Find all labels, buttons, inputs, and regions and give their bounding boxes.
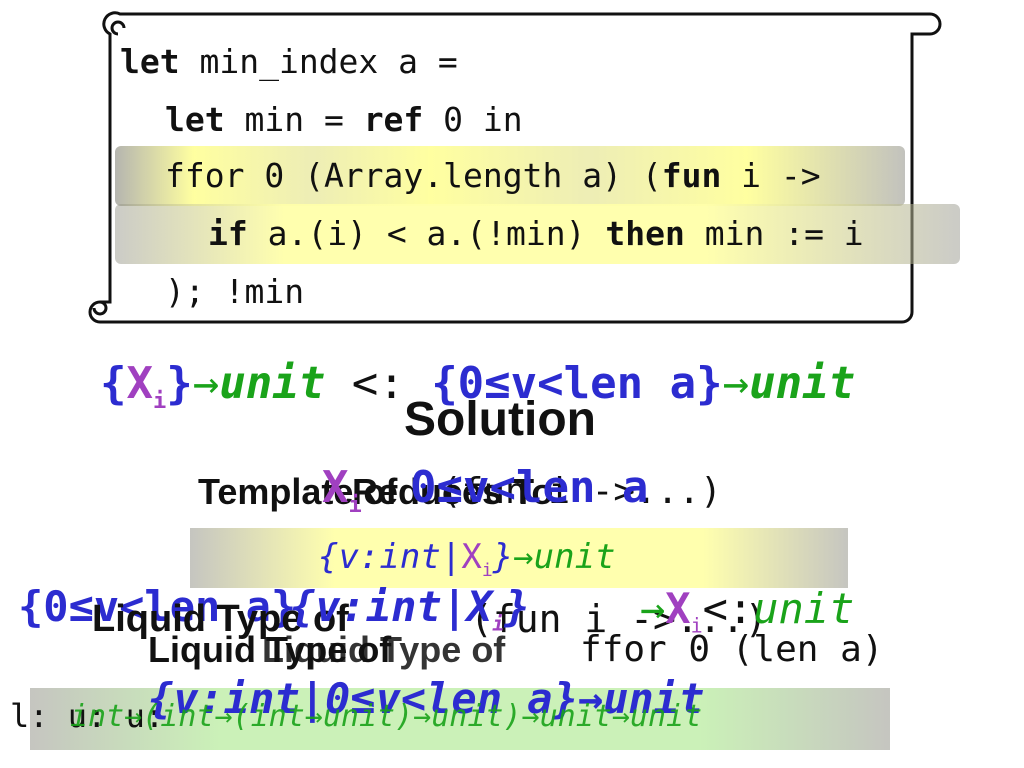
code-line-2: let min = ref 0 in: [165, 100, 523, 139]
code-line-1: let min_index a =: [120, 42, 458, 81]
solution-title: Solution: [404, 393, 596, 446]
code-line-3: ffor 0 (Array.length a) (fun i ->: [165, 156, 821, 195]
liquid-mid-type: {v:int|Xi}: [290, 582, 530, 636]
liquid-type-ffor-label-ghost: Liquid Type of: [262, 629, 506, 670]
liquid-type-ffor-call: ffor 0 (len a): [580, 629, 884, 670]
code-line-4: if a.(i) < a.(!min) then min := i: [208, 214, 864, 253]
template-type: {v:int|Xi}→unit: [318, 537, 616, 581]
code-scroll-frame: let min_index a = let min = ref 0 in ffo…: [0, 0, 1024, 330]
template-refinement: 0≤v<len a: [410, 462, 649, 513]
template-xi: Xi: [322, 462, 362, 518]
final-type-overlay: int→(int→(int→unit)→unit)→unit→unit: [70, 699, 703, 734]
code-line-5: ); !min: [165, 272, 305, 311]
